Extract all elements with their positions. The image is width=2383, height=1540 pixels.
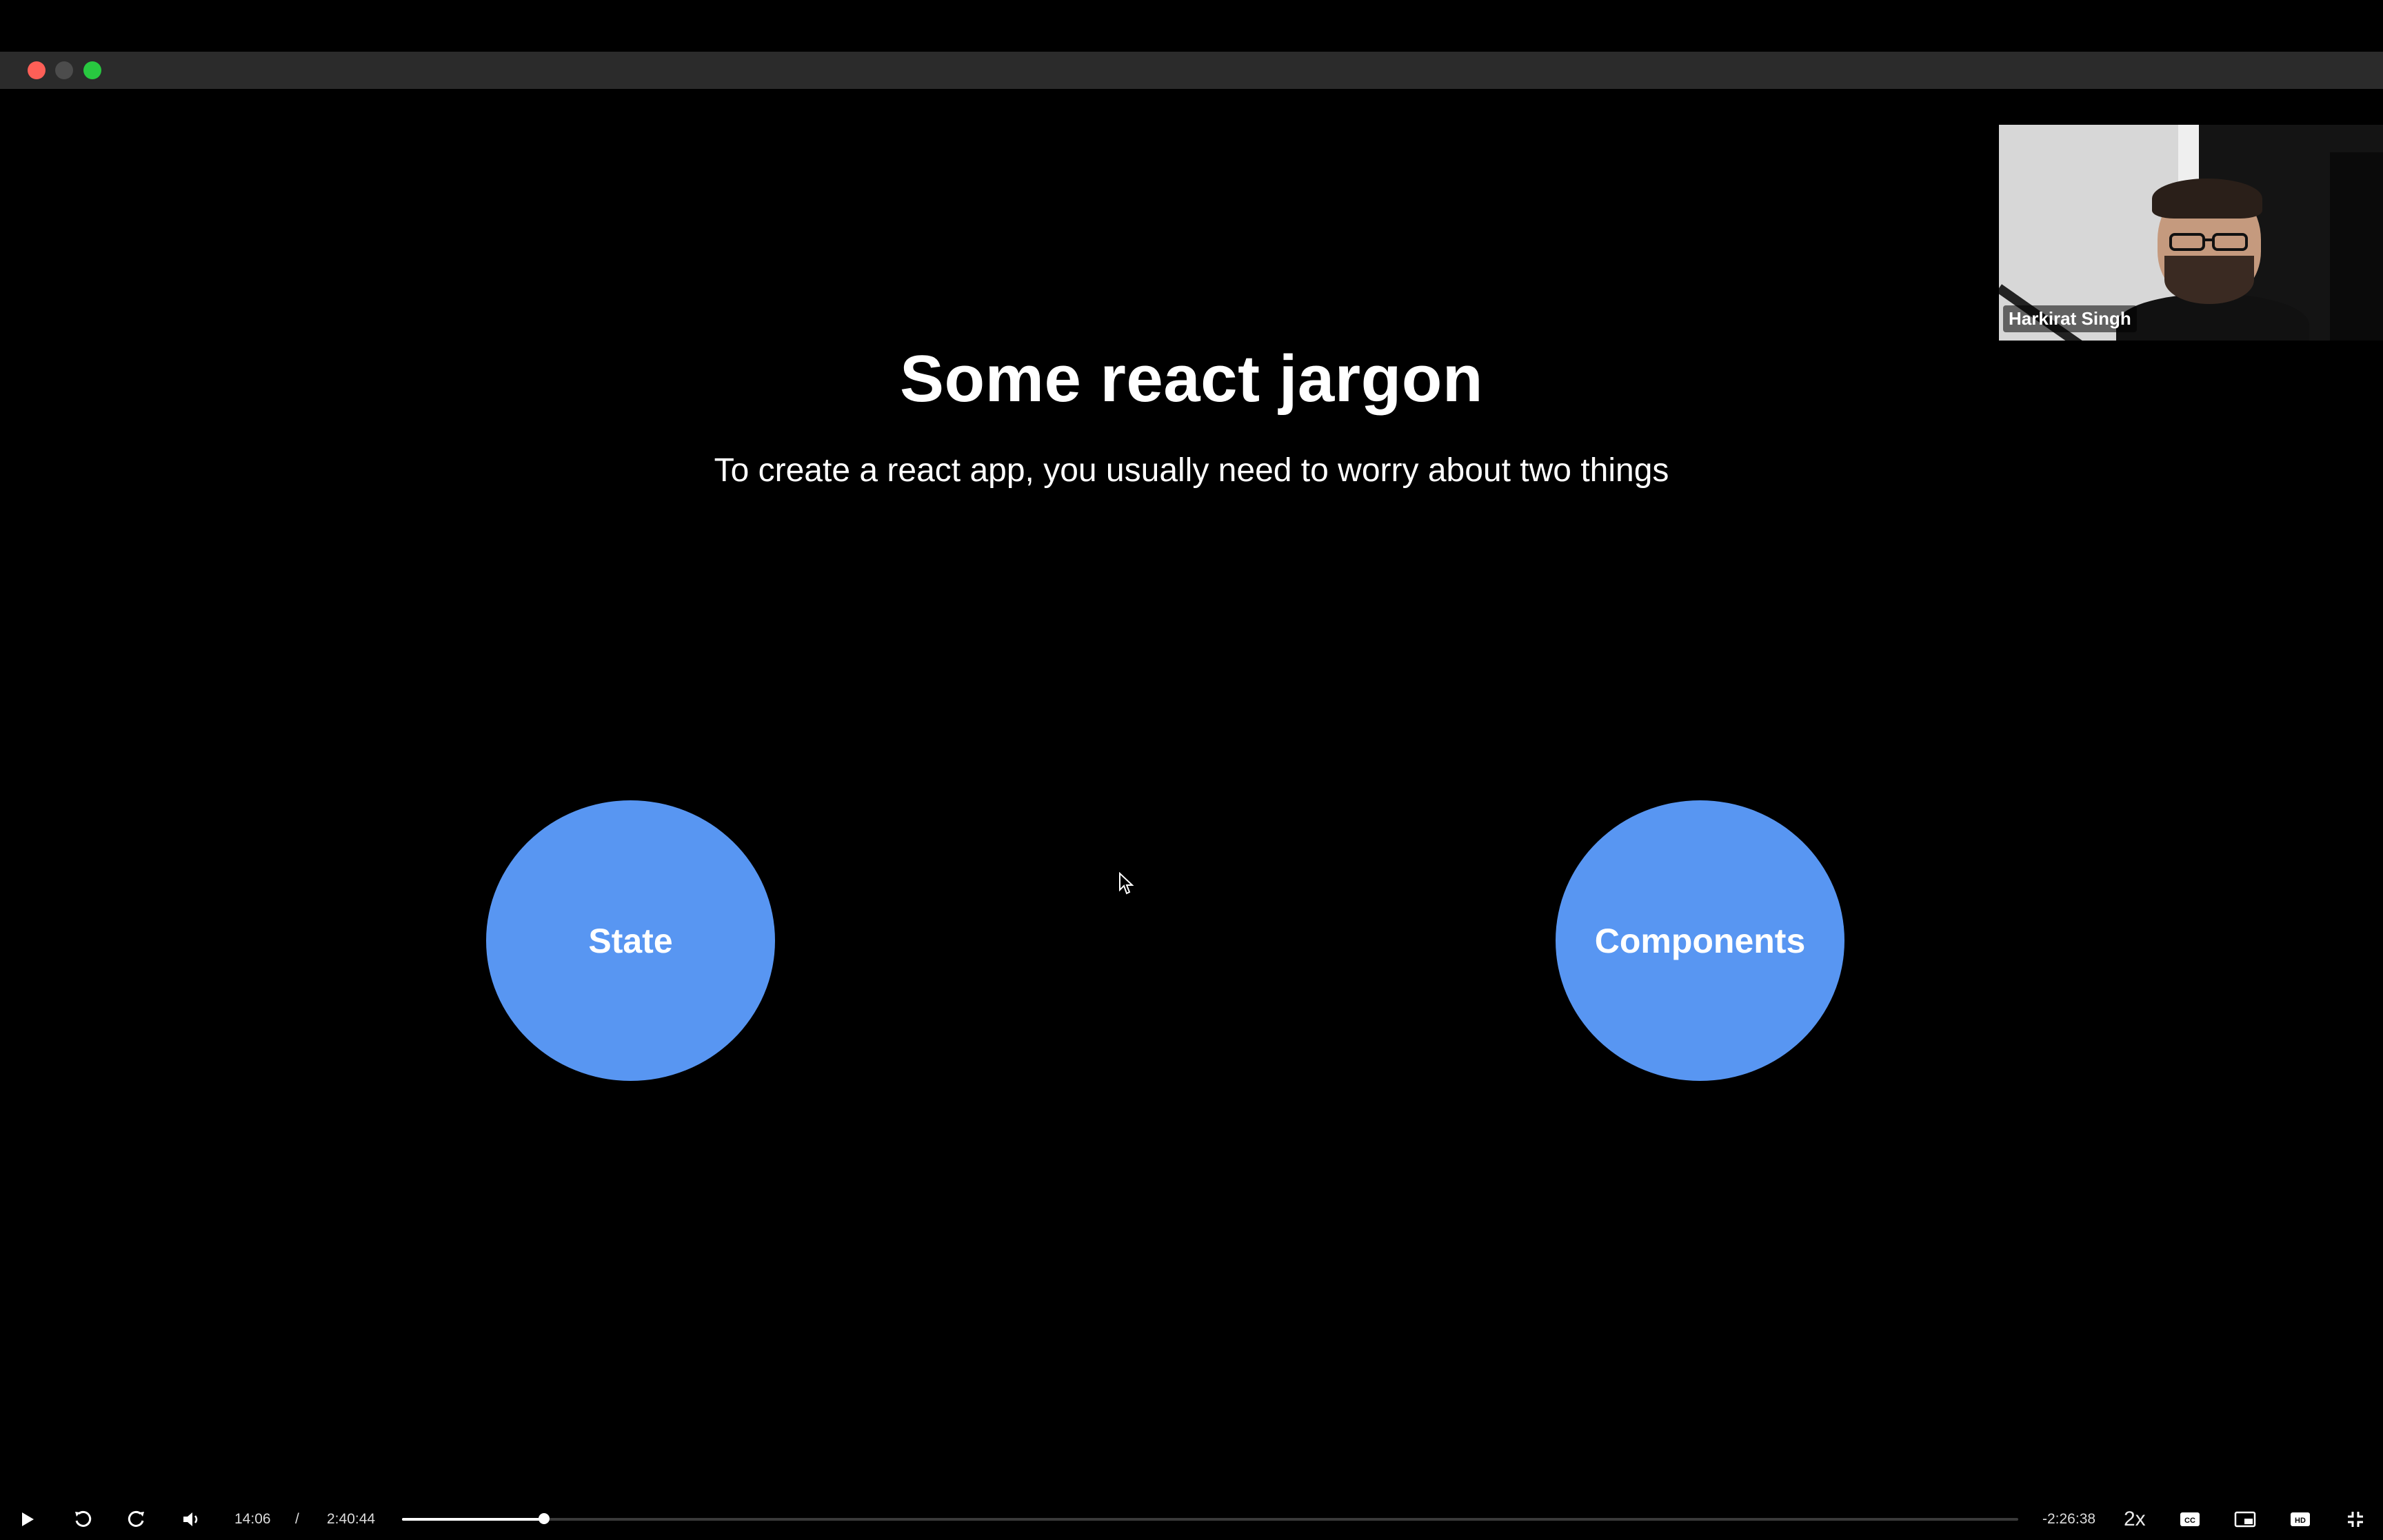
- forward-icon: [128, 1510, 144, 1527]
- picture-in-picture-button[interactable]: [2230, 1499, 2260, 1540]
- slide-subtitle: To create a react app, you usually need …: [714, 452, 1669, 489]
- time-separator: /: [295, 1511, 299, 1527]
- window-minimize-button[interactable]: [55, 61, 73, 79]
- window-close-button[interactable]: [28, 61, 46, 79]
- components-bubble: Components: [1556, 800, 1844, 1081]
- hd-icon: HD: [2291, 1512, 2310, 1526]
- slide-title: Some react jargon: [899, 342, 1484, 416]
- state-bubble-label: State: [588, 921, 673, 960]
- mouse-cursor-icon: [1119, 872, 1134, 895]
- picture-in-picture-icon: [2234, 1511, 2256, 1528]
- captions-button[interactable]: CC: [2175, 1499, 2205, 1540]
- duration: 2:40:44: [327, 1511, 376, 1527]
- play-button[interactable]: [12, 1499, 43, 1540]
- forward-button[interactable]: [121, 1499, 152, 1540]
- seek-bar-track: [402, 1518, 2018, 1521]
- seek-bar[interactable]: [402, 1513, 2018, 1524]
- svg-text:HD: HD: [2295, 1517, 2306, 1525]
- play-icon: [22, 1512, 34, 1526]
- rewind-button[interactable]: [68, 1499, 98, 1540]
- exit-fullscreen-icon: [2348, 1512, 2363, 1527]
- webcam-overlay: Harkirat Singh: [1999, 125, 2383, 341]
- volume-icon: [183, 1512, 198, 1526]
- window-titlebar: [0, 52, 2383, 89]
- captions-icon: CC: [2180, 1512, 2200, 1526]
- hd-quality-button[interactable]: HD: [2285, 1499, 2315, 1540]
- svg-text:CC: CC: [2184, 1517, 2195, 1525]
- webcam-glasses-icon: [2169, 233, 2248, 251]
- seek-bar-thumb[interactable]: [539, 1513, 550, 1524]
- exit-fullscreen-button[interactable]: [2340, 1499, 2371, 1540]
- state-bubble: State: [486, 800, 775, 1081]
- playback-speed-button[interactable]: 2x: [2124, 1499, 2146, 1540]
- seek-bar-played: [402, 1518, 544, 1521]
- current-time: 14:06: [234, 1511, 271, 1527]
- components-bubble-label: Components: [1594, 921, 1806, 960]
- webcam-name-tag: Harkirat Singh: [2003, 305, 2137, 332]
- webcam-person-hair: [2152, 179, 2262, 219]
- webcam-person-beard: [2164, 256, 2254, 304]
- window-maximize-button[interactable]: [83, 61, 101, 79]
- volume-button[interactable]: [177, 1499, 207, 1540]
- rewind-icon: [75, 1510, 92, 1527]
- webcam-acoustic-panel-edge: [2330, 152, 2383, 341]
- remaining-time: -2:26:38: [2042, 1511, 2096, 1527]
